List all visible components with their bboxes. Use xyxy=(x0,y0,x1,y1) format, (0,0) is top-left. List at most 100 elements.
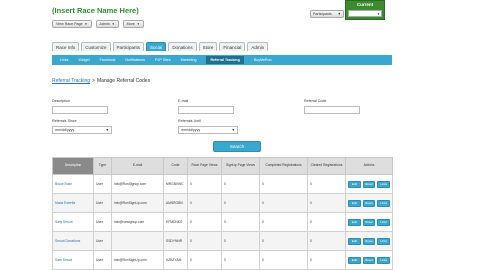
row-code: MRGBXWC xyxy=(163,174,188,194)
email-label: E-mail xyxy=(178,99,189,103)
column-header-race-page-views[interactable]: Race Page Views xyxy=(187,157,222,175)
row-signup-page-views: 0 xyxy=(221,193,260,213)
table-row: Sally Smoot User info@runsignup.com EFMD… xyxy=(52,212,393,232)
reset-button[interactable]: Reset xyxy=(362,256,376,264)
referral-codes-table: Description Type E-mail Code Race Page V… xyxy=(52,157,393,270)
tab-financial[interactable]: Financial xyxy=(219,42,246,51)
breadcrumb-link-referral-tracking[interactable]: Referral Tracking xyxy=(52,78,90,84)
tab-participants[interactable]: Participants xyxy=(112,42,145,51)
column-header-email[interactable]: E-mail xyxy=(111,157,164,175)
reset-button[interactable]: Reset xyxy=(362,237,376,245)
referrals-until-label: Referrals Until xyxy=(178,119,201,123)
participants-dropdown[interactable]: Participants ▼ xyxy=(310,10,344,18)
subnav-widget[interactable]: Widget xyxy=(78,58,89,62)
referrals-since-label: Referrals Since xyxy=(52,119,77,123)
social-subnav: Links Widget Facebook Notifications P2P … xyxy=(52,55,392,65)
row-signup-page-views: 0 xyxy=(221,174,260,194)
tab-social[interactable]: Social xyxy=(146,42,167,51)
row-type: User xyxy=(93,250,112,270)
calendar-dropdown-icon[interactable]: ▼ xyxy=(231,128,235,132)
edit-button[interactable]: Edit xyxy=(348,256,361,264)
row-completed-registrations: 0 xyxy=(259,212,308,232)
links-button[interactable]: Links xyxy=(377,237,391,245)
tab-customize[interactable]: Customize xyxy=(81,42,111,51)
subnav-buymerun[interactable]: BuyMeRun xyxy=(254,58,272,62)
row-signup-page-views: 0 xyxy=(221,231,260,251)
participants-label: Participants xyxy=(313,12,332,16)
subnav-marketing[interactable]: Marketing xyxy=(181,58,197,62)
table-header-row: Description Type E-mail Code Race Page V… xyxy=(52,157,393,175)
column-header-completed-registrations[interactable]: Completed Registrations xyxy=(259,157,308,175)
row-code: EFMDNKG xyxy=(163,212,188,232)
row-type: User xyxy=(93,174,112,194)
column-header-type[interactable]: Type xyxy=(93,157,112,175)
column-header-description[interactable]: Description xyxy=(52,157,94,175)
row-email: info@RunSignup.com xyxy=(111,174,164,194)
edit-button[interactable]: Edit xyxy=(348,180,361,188)
links-button[interactable]: Links xyxy=(377,218,391,226)
tab-donations[interactable]: Donations xyxy=(168,42,197,51)
edit-button[interactable]: Edit xyxy=(348,199,361,207)
table-row: Sam Smoot User info@RunSignUp.com KZBZYA… xyxy=(52,250,393,270)
row-cleared-registrations: 0 xyxy=(307,174,346,194)
referrals-since-placeholder: mm/dd/yyyy xyxy=(55,128,75,132)
chevron-down-icon: ▼ xyxy=(111,22,115,26)
current-label: Current xyxy=(356,2,374,7)
column-header-actions: Actions xyxy=(345,157,393,175)
row-actions: Edit Reset Links xyxy=(345,212,393,232)
tab-store[interactable]: Store xyxy=(198,42,218,51)
subnav-p2p-sites[interactable]: P2P Sites xyxy=(155,58,171,62)
subnav-links[interactable]: Links xyxy=(60,58,68,62)
row-description: Bruce Bush xyxy=(52,174,94,194)
description-input[interactable] xyxy=(52,106,108,114)
links-button[interactable]: Links xyxy=(377,180,391,188)
row-completed-registrations: 0 xyxy=(259,250,308,270)
links-button[interactable]: Links xyxy=(377,256,391,264)
reset-button[interactable]: Reset xyxy=(362,180,376,188)
links-button[interactable]: Links xyxy=(377,199,391,207)
chevron-down-icon: ▼ xyxy=(337,12,341,16)
row-code: SSDYNNR xyxy=(163,231,188,251)
calendar-dropdown-icon[interactable]: ▼ xyxy=(105,128,109,132)
row-email xyxy=(111,231,164,251)
referral-code-label: Referral Code xyxy=(304,99,327,103)
tab-admin[interactable]: Admin xyxy=(247,42,269,51)
referrals-until-placeholder: mm/dd/yyyy xyxy=(181,128,201,132)
referrals-since-date-input[interactable]: mm/dd/yyyy ▼ xyxy=(52,126,112,134)
breadcrumb-separator: > xyxy=(92,78,95,84)
view-race-page-label: View Race Page xyxy=(56,22,83,26)
chevron-down-icon: ▼ xyxy=(136,22,140,26)
email-input[interactable] xyxy=(178,106,234,114)
referrals-until-date-input[interactable]: mm/dd/yyyy ▼ xyxy=(178,126,238,134)
current-race-select[interactable]: ▼ xyxy=(348,10,382,17)
row-cleared-registrations: 0 xyxy=(307,212,346,232)
reset-button[interactable]: Reset xyxy=(362,218,376,226)
column-header-cleared-registrations[interactable]: Cleared Registrations xyxy=(307,157,346,175)
row-description: Maria Estrella xyxy=(52,193,94,213)
row-type: User xyxy=(93,231,112,251)
subnav-notifications[interactable]: Notifications xyxy=(125,58,145,62)
row-email: info@RunSignUp.com xyxy=(111,250,164,270)
reset-button[interactable]: Reset xyxy=(362,199,376,207)
edit-button[interactable]: Edit xyxy=(348,237,361,245)
subnav-facebook[interactable]: Facebook xyxy=(100,58,116,62)
tab-race-info[interactable]: Race Info xyxy=(52,42,80,51)
description-label: Description xyxy=(52,99,70,103)
row-actions: Edit Reset Links xyxy=(345,250,393,270)
admin-menu-button[interactable]: Admin ▼ xyxy=(95,20,119,28)
main-tabs: Race Info Customize Participants Social … xyxy=(52,42,269,51)
subnav-referral-tracking[interactable]: Referral Tracking xyxy=(206,56,244,64)
referral-code-input[interactable] xyxy=(304,106,360,114)
column-header-signup-page-views[interactable]: SignUp Page Views xyxy=(221,157,260,175)
table-row: Smoot Donations User SSDYNNR 0 0 0 0 Edi… xyxy=(52,231,393,251)
column-header-code[interactable]: Code xyxy=(163,157,188,175)
row-code: AMSRGBN xyxy=(163,193,188,213)
view-race-page-button[interactable]: View Race Page ▼ xyxy=(52,20,92,28)
edit-button[interactable]: Edit xyxy=(348,218,361,226)
row-actions: Edit Reset Links xyxy=(345,193,393,213)
breadcrumb-current: Manage Referral Codes xyxy=(97,78,151,84)
row-race-page-views: 0 xyxy=(187,250,222,270)
row-code: KZBZYAM xyxy=(163,250,188,270)
search-button[interactable]: Search xyxy=(213,141,261,152)
more-menu-button[interactable]: More ▼ xyxy=(122,20,144,28)
